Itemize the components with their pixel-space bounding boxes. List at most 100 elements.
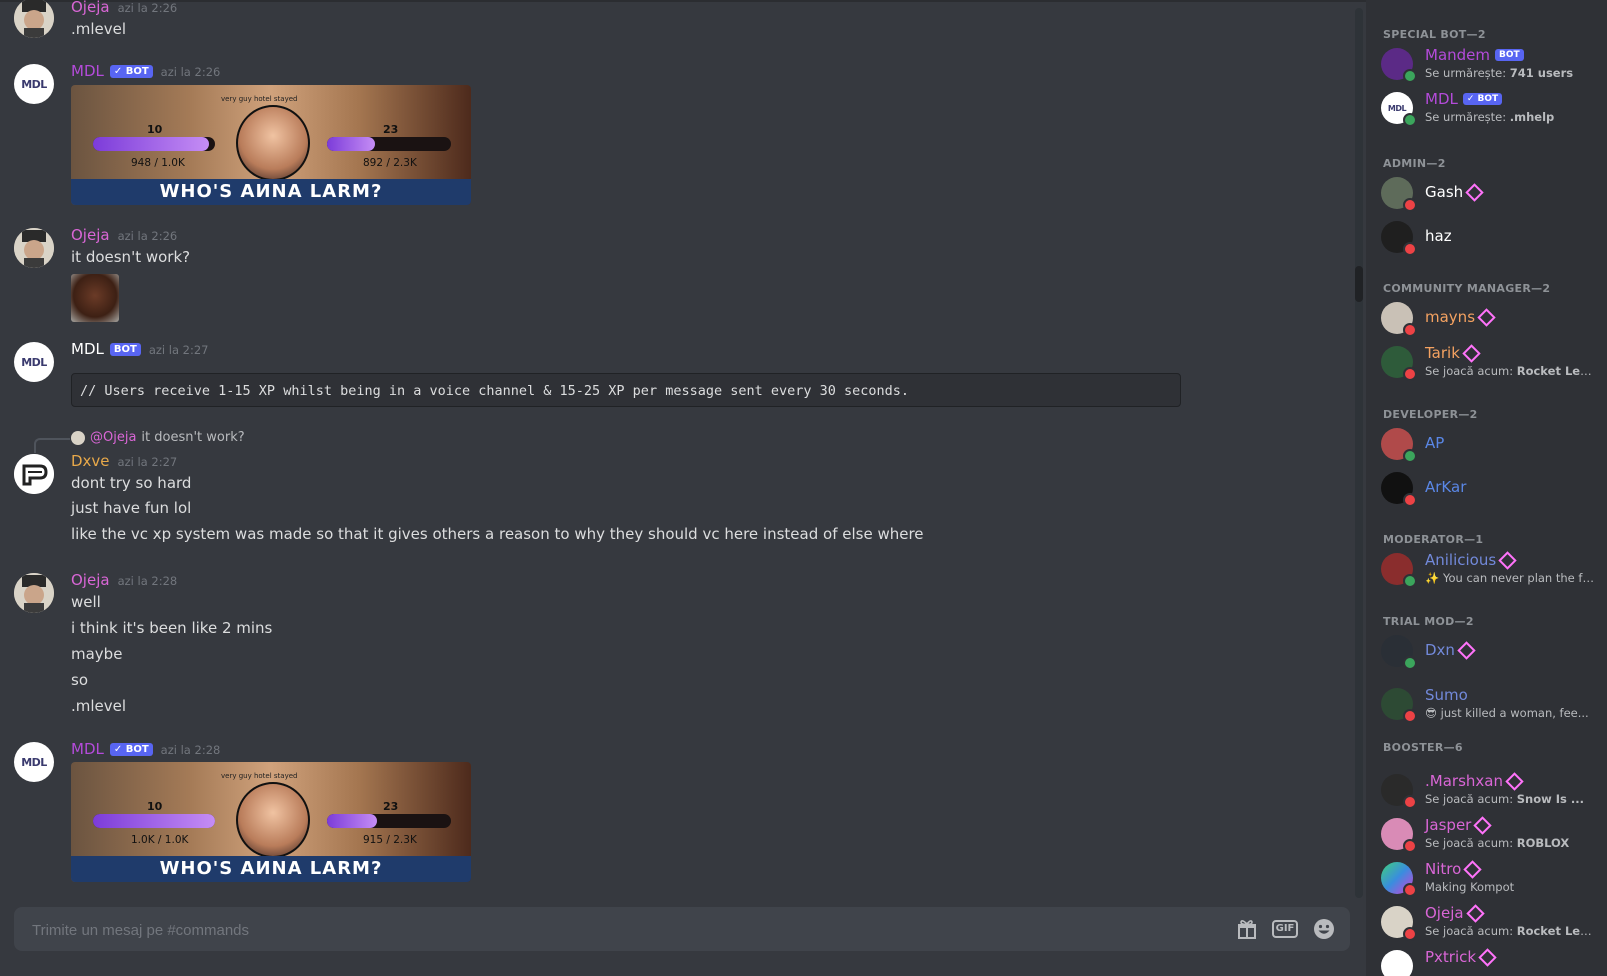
member-name: AP: [1425, 434, 1445, 452]
card-level-xp: 948 / 1.0K: [131, 157, 185, 169]
message-input[interactable]: [30, 907, 1184, 953]
member-item[interactable]: Nitro Making Kompot: [1381, 859, 1603, 898]
avatar[interactable]: [14, 454, 54, 494]
member-item[interactable]: Jasper Se joacă acum: ROBLOX: [1381, 815, 1603, 854]
section-header-admin: ADMIN—2: [1383, 157, 1446, 170]
message-text: i think it's been like 2 mins: [71, 619, 273, 637]
booster-icon: [1457, 640, 1476, 660]
member-item[interactable]: ArKar: [1381, 470, 1603, 508]
attached-image[interactable]: [71, 274, 119, 322]
rank-card-image[interactable]: very guy hotel stayed 10 948 / 1.0K 23 8…: [71, 85, 471, 205]
avatar[interactable]: [14, 573, 54, 613]
rank-bar-fill: [327, 814, 377, 828]
timestamp: azi la 2:26: [160, 65, 221, 79]
chat-scrollbar[interactable]: [1355, 8, 1363, 898]
section-header-community-manager: COMMUNITY MANAGER—2: [1383, 282, 1551, 295]
username[interactable]: Ojeja: [71, 0, 110, 16]
avatar-text: MDL: [21, 77, 47, 91]
rank-bar-fill: [327, 137, 376, 151]
status-detail: .mhelp: [1509, 110, 1555, 124]
member-name: ArKar: [1425, 478, 1467, 496]
avatar-text: MDL: [21, 755, 47, 769]
status-prefix: Se joacă acum:: [1425, 836, 1517, 850]
section-header-moderator: MODERATOR—1: [1383, 533, 1484, 546]
member-name: Anilicious: [1425, 551, 1497, 569]
rank-card-image[interactable]: very guy hotel stayed 10 1.0K / 1.0K 23 …: [71, 762, 471, 882]
rank-bar: [327, 814, 451, 828]
member-name: Sumo: [1425, 686, 1468, 704]
member-item[interactable]: haz: [1381, 219, 1603, 257]
status-detail: Rocket Lea...: [1516, 924, 1595, 938]
status-dnd-icon: [1403, 795, 1417, 809]
member-name: Mandem: [1425, 46, 1491, 64]
username[interactable]: Dxve: [71, 452, 110, 470]
avatar[interactable]: [14, 0, 54, 38]
avatar[interactable]: MDL: [14, 742, 54, 782]
timestamp: azi la 2:26: [117, 1, 178, 15]
member-item[interactable]: Anilicious ✨ You can never plan the fut.…: [1381, 550, 1603, 589]
message-text: well: [71, 593, 101, 611]
reply-mention[interactable]: @Ojeja: [90, 430, 136, 445]
member-item[interactable]: Dxn: [1381, 633, 1603, 671]
status-prefix: Se urmărește:: [1425, 66, 1510, 80]
member-name: Tarik: [1425, 344, 1460, 362]
booster-icon: [1465, 903, 1485, 923]
scrollbar-thumb[interactable]: [1355, 266, 1363, 302]
member-item[interactable]: AP: [1381, 426, 1603, 464]
member-item[interactable]: Sumo 😎 just killed a woman, fee...: [1381, 686, 1603, 724]
username[interactable]: MDL: [71, 740, 104, 758]
status-detail: 741 users: [1509, 66, 1574, 80]
booster-icon: [1478, 947, 1497, 967]
emoji-icon[interactable]: [1311, 917, 1337, 941]
avatar[interactable]: [14, 228, 54, 268]
member-item[interactable]: Ojeja Se joacă acum: Rocket Lea...: [1381, 903, 1603, 942]
avatar[interactable]: MDL: [14, 342, 54, 382]
message-text: just have fun lol: [71, 499, 192, 517]
member-name: haz: [1425, 227, 1452, 245]
member-name: Pxtrick: [1425, 948, 1477, 966]
section-header-developer: DEVELOPER—2: [1383, 408, 1478, 421]
status-online-icon: [1403, 113, 1417, 127]
avatar-text: MDL: [1387, 103, 1407, 113]
message-text: like the vc xp system was made so that i…: [71, 525, 924, 543]
member-name: MDL: [1425, 90, 1458, 108]
card-rank: 23: [383, 123, 399, 136]
member-item[interactable]: mayns: [1381, 300, 1603, 338]
member-item[interactable]: Mandem BOT Se urmărește: 741 users: [1381, 46, 1603, 84]
card-level: 10: [147, 800, 163, 813]
username[interactable]: Ojeja: [71, 571, 110, 589]
level-bar-fill: [93, 137, 209, 151]
reply-avatar: [71, 430, 85, 445]
member-item[interactable]: Pxtrick: [1381, 947, 1603, 976]
member-name: .Marshxan: [1425, 772, 1503, 790]
status-dnd-icon: [1403, 883, 1417, 897]
timestamp: azi la 2:28: [117, 574, 178, 588]
reply-preview[interactable]: @Ojeja it doesn't work?: [71, 430, 245, 445]
member-name: Nitro: [1425, 860, 1462, 878]
status-dnd-icon: [1403, 198, 1417, 212]
gift-icon[interactable]: [1234, 917, 1260, 941]
member-item[interactable]: Tarik Se joacă acum: Rocket Lea...: [1381, 343, 1603, 382]
member-item[interactable]: Gash: [1381, 175, 1603, 213]
gif-button[interactable]: GIF: [1272, 917, 1298, 941]
message-text: so: [71, 671, 88, 689]
username[interactable]: MDL: [71, 62, 104, 80]
member-name: Jasper: [1425, 816, 1472, 834]
timestamp: azi la 2:27: [148, 343, 209, 357]
member-name: mayns: [1425, 308, 1476, 326]
member-item[interactable]: .Marshxan Se joacă acum: Snow Is ...: [1381, 771, 1603, 810]
username[interactable]: MDL: [71, 340, 104, 358]
member-item[interactable]: MDL MDL ✓ BOT Se urmărește: .mhelp: [1381, 90, 1603, 128]
timestamp: azi la 2:27: [117, 455, 178, 469]
timestamp: azi la 2:28: [160, 743, 221, 757]
avatar[interactable]: MDL: [14, 64, 54, 104]
card-rank-xp: 915 / 2.3K: [363, 834, 417, 846]
username[interactable]: Ojeja: [71, 226, 110, 244]
status-prefix: Se joacă acum:: [1425, 924, 1517, 938]
gif-icon: GIF: [1272, 920, 1298, 938]
timestamp: azi la 2:26: [117, 229, 178, 243]
card-top-text: very guy hotel stayed: [221, 772, 298, 780]
status-dnd-icon: [1403, 323, 1417, 337]
message-text: maybe: [71, 645, 123, 663]
status-prefix: Se joacă acum:: [1425, 364, 1517, 378]
